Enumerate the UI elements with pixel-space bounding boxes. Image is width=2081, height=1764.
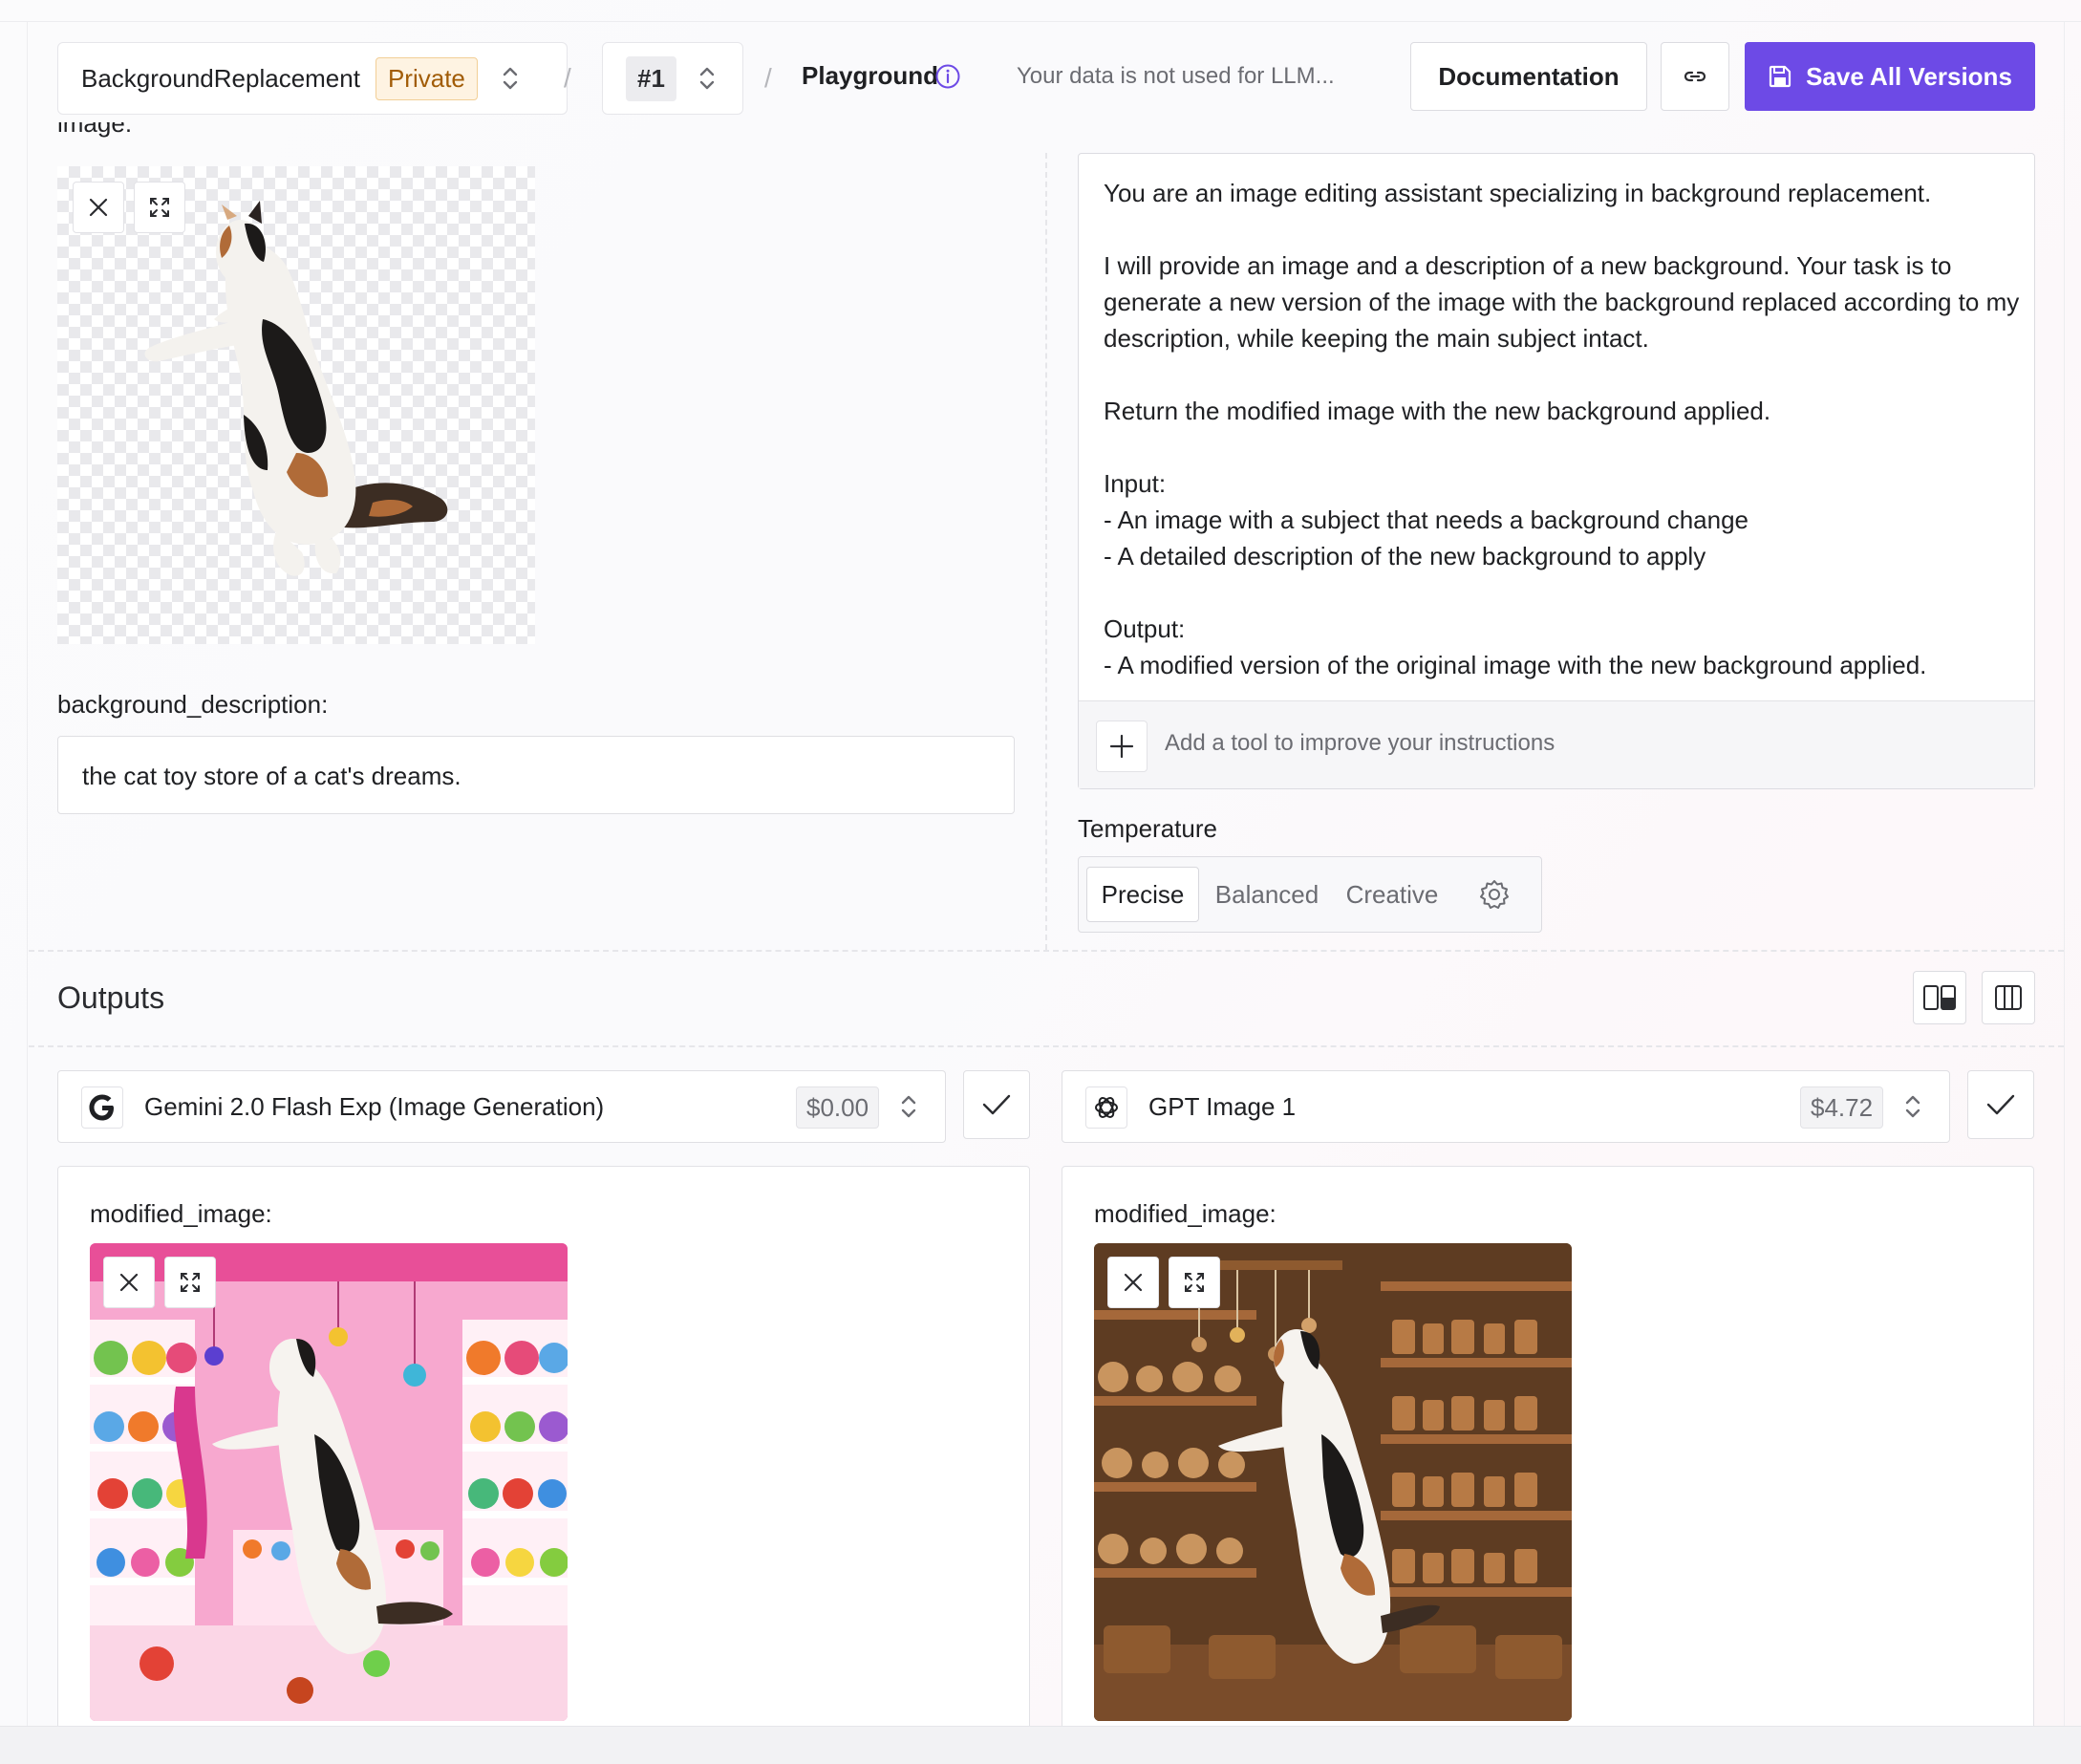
header-bar: BackgroundReplacement Private / #1 / Pla… [27, 23, 2064, 136]
model-name: Gemini 2.0 Flash Exp (Image Generation) [144, 1092, 605, 1121]
openai-icon [1095, 1097, 1118, 1118]
temperature-selector: Precise Balanced Creative [1078, 856, 1542, 933]
remove-image-button[interactable] [73, 182, 124, 233]
breadcrumb-separator: / [764, 63, 772, 93]
outputs-title: Outputs [57, 980, 165, 1015]
remove-output-image-button[interactable] [1107, 1257, 1159, 1308]
top-divider [0, 21, 2081, 22]
cat-illustration [144, 201, 448, 576]
expand-image-button[interactable] [134, 182, 185, 233]
output-panel-gpt: modified_image: [1062, 1166, 2034, 1739]
select-model-gemini-button[interactable] [963, 1070, 1030, 1139]
check-icon [982, 1094, 1011, 1115]
expand-icon [150, 198, 169, 217]
model-card-gpt[interactable]: GPT Image 1 $4.72 [1062, 1070, 1950, 1143]
temperature-option-precise[interactable]: Precise [1086, 867, 1199, 922]
version-tag: #1 [626, 55, 676, 101]
temperature-option-creative[interactable]: Creative [1333, 867, 1451, 922]
google-logo [81, 1086, 123, 1129]
add-tool-label: Add a tool to improve your instructions [1165, 730, 1555, 756]
input-image[interactable] [57, 166, 535, 644]
remove-output-image-button[interactable] [103, 1257, 155, 1308]
cat-toy-store-image [1094, 1243, 1572, 1721]
project-selector[interactable]: BackgroundReplacement Private [57, 42, 568, 115]
documentation-button[interactable]: Documentation [1410, 42, 1647, 111]
output-field-label: modified_image: [1094, 1199, 1276, 1228]
chevron-up-down-icon [699, 67, 715, 90]
model-name: GPT Image 1 [1148, 1092, 1297, 1121]
instructions-editor[interactable]: You are an image editing assistant speci… [1078, 153, 2035, 789]
google-icon [89, 1094, 114, 1121]
compare-view-button[interactable] [1913, 971, 1966, 1024]
chevron-up-down-icon [503, 67, 518, 90]
gear-icon [1480, 880, 1509, 909]
temperature-label: Temperature [1078, 814, 1217, 843]
image-label-clip: image: [57, 122, 248, 149]
link-icon [1684, 71, 1706, 82]
add-tool-button[interactable] [1096, 721, 1148, 772]
temperature-settings-button[interactable] [1470, 867, 1518, 922]
close-icon [1124, 1273, 1143, 1292]
check-icon [1986, 1094, 2015, 1115]
copy-link-button[interactable] [1661, 42, 1729, 111]
breadcrumb-separator: / [564, 63, 571, 93]
info-icon[interactable] [934, 63, 961, 90]
project-name: BackgroundReplacement [81, 63, 360, 93]
output-image-gpt[interactable] [1094, 1243, 1572, 1721]
model-price: $4.72 [1800, 1086, 1884, 1129]
left-frame-line [27, 21, 28, 1741]
close-icon [89, 198, 108, 217]
instructions-text[interactable]: You are an image editing assistant speci… [1104, 175, 2021, 683]
plus-icon [1109, 734, 1134, 759]
section-divider [29, 950, 2064, 952]
cat-toy-store-image [90, 1243, 568, 1721]
privacy-note[interactable]: Your data is not used for LLM... [1017, 63, 1335, 90]
outputs-divider [29, 1045, 2064, 1047]
output-image-gemini[interactable] [90, 1243, 568, 1721]
image-field-label: image: [57, 122, 133, 138]
background-description-input[interactable]: the cat toy store of a cat's dreams. [57, 736, 1015, 814]
column-divider [1045, 153, 1047, 950]
save-all-versions-button[interactable]: Save All Versions [1745, 42, 2035, 111]
expand-icon [181, 1273, 200, 1292]
output-panel-gemini: modified_image: [57, 1166, 1030, 1739]
page-title: Playground [802, 61, 939, 90]
columns-view-button[interactable] [1982, 971, 2035, 1024]
model-card-gemini[interactable]: Gemini 2.0 Flash Exp (Image Generation) … [57, 1070, 946, 1143]
right-frame-line [2064, 21, 2065, 1741]
temperature-option-balanced[interactable]: Balanced [1209, 867, 1325, 922]
expand-output-image-button[interactable] [1169, 1257, 1220, 1308]
version-selector[interactable]: #1 [602, 42, 743, 115]
save-all-versions-label: Save All Versions [1806, 61, 2012, 91]
expand-output-image-button[interactable] [164, 1257, 216, 1308]
background-description-label: background_description: [57, 690, 329, 719]
background-description-value: the cat toy store of a cat's dreams. [82, 762, 461, 790]
save-icon [1769, 65, 1791, 88]
output-field-label: modified_image: [90, 1199, 272, 1228]
chevron-up-down-icon[interactable] [1901, 1090, 1924, 1123]
chevron-up-down-icon[interactable] [897, 1090, 920, 1123]
split-view-icon [1923, 985, 1956, 1010]
select-model-gpt-button[interactable] [1967, 1070, 2034, 1139]
add-tool-row[interactable]: Add a tool to improve your instructions [1079, 700, 2034, 788]
bottom-bar [0, 1726, 2081, 1764]
close-icon [119, 1273, 139, 1292]
expand-icon [1185, 1273, 1204, 1292]
model-price: $0.00 [796, 1086, 880, 1129]
columns-icon [1995, 985, 2022, 1010]
openai-logo [1085, 1086, 1127, 1129]
visibility-badge: Private [375, 56, 478, 100]
